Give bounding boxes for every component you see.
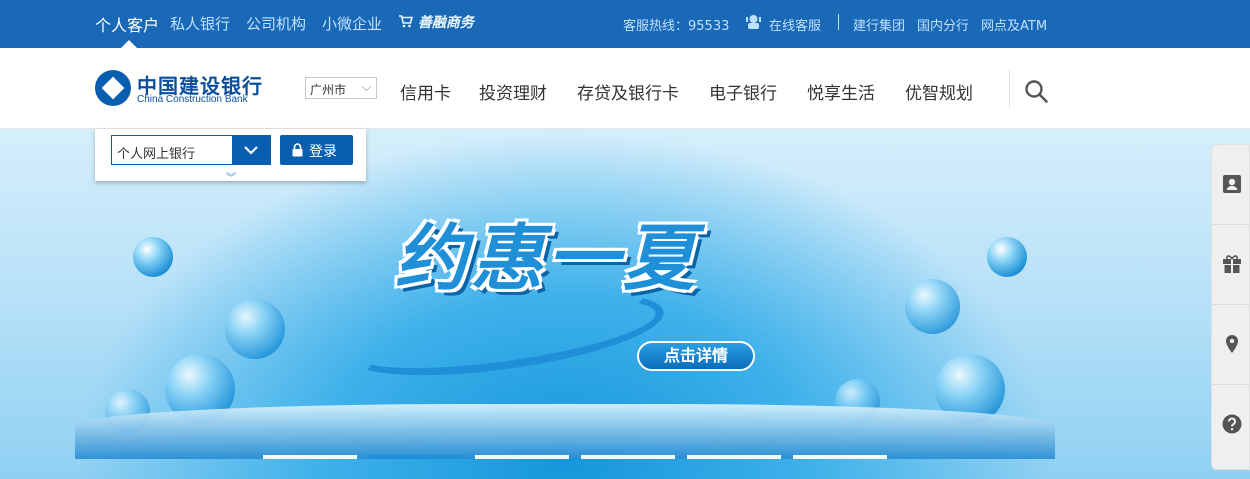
ice-cubes	[75, 404, 1055, 459]
water-drop	[133, 237, 173, 277]
hero-title: 约惠一夏	[395, 215, 700, 300]
top-bar: 个人客户 私人银行 公司机构 小微企业 善融商务 客服热线：95533 在线客服…	[0, 0, 1250, 48]
search-icon[interactable]	[1024, 79, 1048, 103]
cart-icon	[399, 15, 414, 28]
login-button[interactable]: 登录	[280, 135, 353, 165]
carousel-dot[interactable]	[475, 455, 569, 459]
divider	[838, 14, 839, 30]
chevron-down-icon: ⌵	[361, 80, 371, 94]
floating-sidebar	[1211, 144, 1250, 470]
sidebar-gift[interactable]	[1212, 225, 1250, 305]
link-domestic-branches[interactable]: 国内分行	[917, 15, 969, 34]
water-drop	[225, 299, 285, 359]
menu-planning[interactable]: 优智规划	[905, 79, 973, 104]
chevron-down-icon[interactable]: ︾	[226, 169, 236, 184]
carousel-dot[interactable]	[793, 455, 887, 459]
sidebar-location[interactable]	[1212, 305, 1250, 385]
view-details-button[interactable]: 点击详情	[637, 341, 755, 371]
banking-channel-select[interactable]: 个人网上银行	[111, 135, 271, 165]
menu-e-banking[interactable]: 电子银行	[709, 79, 777, 104]
divider	[1009, 70, 1010, 108]
shop-label: 善融商务	[417, 15, 474, 31]
login-label: 登录	[309, 144, 337, 160]
brand-name-en: China Construction Bank	[137, 94, 248, 105]
carousel-dot[interactable]	[263, 455, 357, 459]
online-service-link[interactable]: 在线客服	[769, 15, 821, 34]
ccb-logo-mark	[95, 70, 131, 106]
contact-card-icon	[1223, 175, 1241, 193]
carousel-dot[interactable]	[687, 455, 781, 459]
service-agent-icon	[746, 14, 761, 34]
chevron-down-icon	[244, 146, 258, 155]
tab-personal-customer[interactable]: 个人客户	[95, 12, 159, 36]
hotline-text: 客服热线：95533	[623, 19, 730, 34]
dropdown-toggle[interactable]	[232, 136, 270, 164]
main-nav: 中国建设银行 China Construction Bank 广州市 ⌵ 信用卡…	[0, 48, 1250, 129]
carousel-dot[interactable]	[581, 455, 675, 459]
carousel-indicators	[263, 455, 887, 459]
city-value: 广州市	[310, 83, 347, 97]
carousel-dot-active[interactable]	[369, 455, 463, 459]
menu-investment[interactable]: 投资理财	[479, 79, 547, 104]
sidebar-help[interactable]	[1212, 385, 1250, 465]
menu-lifestyle[interactable]: 悦享生活	[807, 79, 875, 104]
ccb-logo[interactable]: 中国建设银行 China Construction Bank	[95, 70, 300, 108]
help-icon	[1222, 414, 1242, 434]
water-drop	[905, 279, 960, 334]
menu-deposit-loan-cards[interactable]: 存贷及银行卡	[577, 79, 679, 104]
quick-login-panel: 个人网上银行 登录 ︾	[95, 129, 366, 184]
shop-link[interactable]: 善融商务	[399, 12, 474, 32]
location-pin-icon	[1226, 335, 1238, 353]
channel-value: 个人网上银行	[117, 147, 196, 162]
active-tab-caret	[121, 40, 137, 48]
tab-small-business[interactable]: 小微企业	[322, 13, 382, 34]
tab-private-banking[interactable]: 私人银行	[170, 13, 230, 34]
link-outlets-atm[interactable]: 网点及ATM	[981, 15, 1047, 34]
sidebar-contact[interactable]	[1212, 145, 1250, 225]
tab-corporate[interactable]: 公司机构	[246, 13, 306, 34]
hero-banner[interactable]: 约惠一夏 点击详情	[0, 129, 1250, 479]
gift-icon	[1223, 255, 1241, 273]
city-select[interactable]: 广州市 ⌵	[305, 77, 377, 99]
water-drop	[987, 237, 1027, 277]
lock-icon	[292, 143, 303, 157]
menu-credit-card[interactable]: 信用卡	[400, 79, 451, 104]
link-ccb-group[interactable]: 建行集团	[853, 15, 905, 34]
